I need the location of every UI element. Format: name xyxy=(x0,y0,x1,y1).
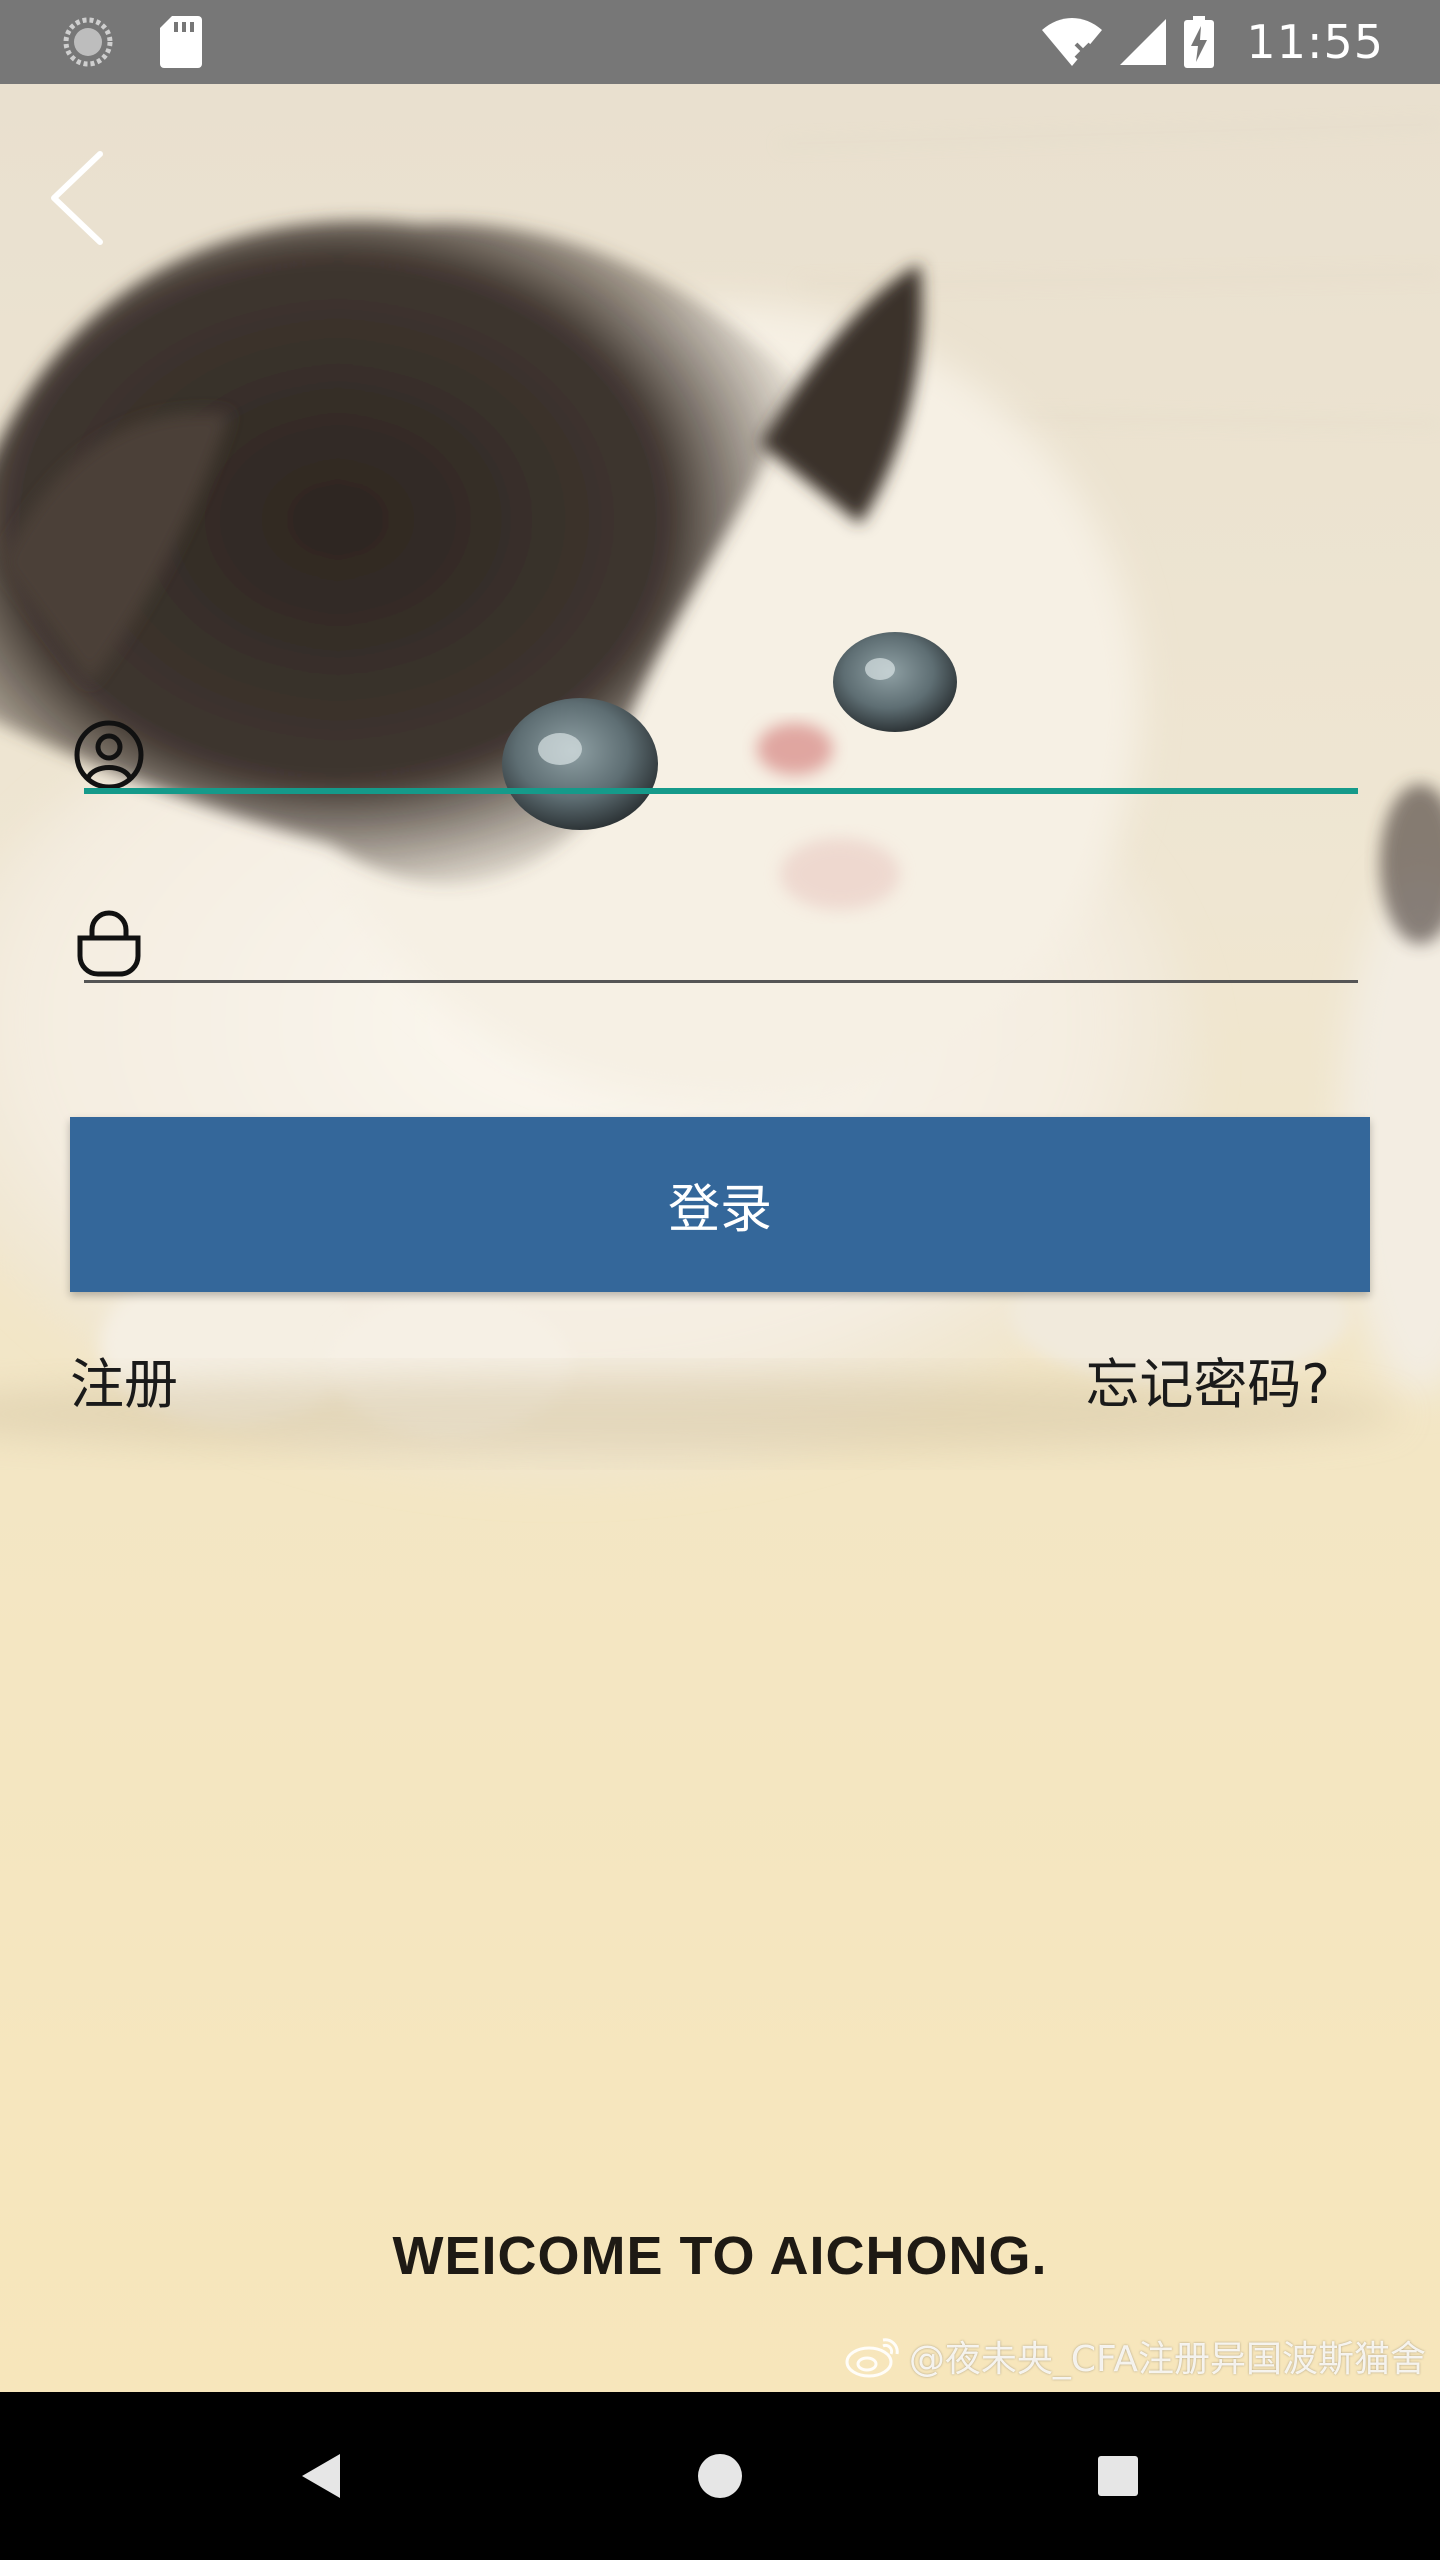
back-button[interactable] xyxy=(40,148,120,248)
username-field-row xyxy=(72,700,1358,800)
password-input[interactable] xyxy=(84,896,1346,976)
watermark: @夜未央_CFA注册异国波斯猫舍 xyxy=(845,2330,1426,2382)
password-underline xyxy=(84,980,1358,983)
nav-recents-icon xyxy=(1098,2456,1138,2496)
nav-back-icon xyxy=(302,2454,340,2498)
status-time: 11:55 xyxy=(1246,15,1384,69)
nav-recents-button[interactable] xyxy=(1078,2436,1158,2516)
username-input[interactable] xyxy=(84,708,1346,788)
sd-card-icon xyxy=(160,16,202,68)
status-bar: 11:55 xyxy=(0,0,1440,84)
password-field-row xyxy=(72,888,1358,988)
battery-charging-icon xyxy=(1184,16,1215,68)
register-link[interactable]: 注册 xyxy=(70,1340,178,1419)
welcome-text: WEICOME TO AICHONG. xyxy=(392,2226,1048,2286)
login-screen: 11:55 登录 注册 忘记密码? WEICOME TO AICHONG. @夜… xyxy=(0,0,1440,2560)
wifi-icon xyxy=(1042,18,1103,66)
watermark-text: @夜未央_CFA注册异国波斯猫舍 xyxy=(908,2339,1426,2380)
forgot-password-link[interactable]: 忘记密码? xyxy=(1085,1340,1330,1419)
username-underline xyxy=(84,788,1358,794)
nav-home-icon xyxy=(698,2454,742,2498)
login-button[interactable]: 登录 xyxy=(70,1117,1370,1292)
nav-home-button[interactable] xyxy=(680,2436,760,2516)
system-nav-bar xyxy=(0,2392,1440,2560)
nav-back-button[interactable] xyxy=(280,2436,360,2516)
back-arrow-icon xyxy=(51,151,103,245)
sync-icon xyxy=(63,17,113,67)
weibo-icon xyxy=(845,2338,899,2378)
cellular-signal-icon xyxy=(1120,19,1167,65)
